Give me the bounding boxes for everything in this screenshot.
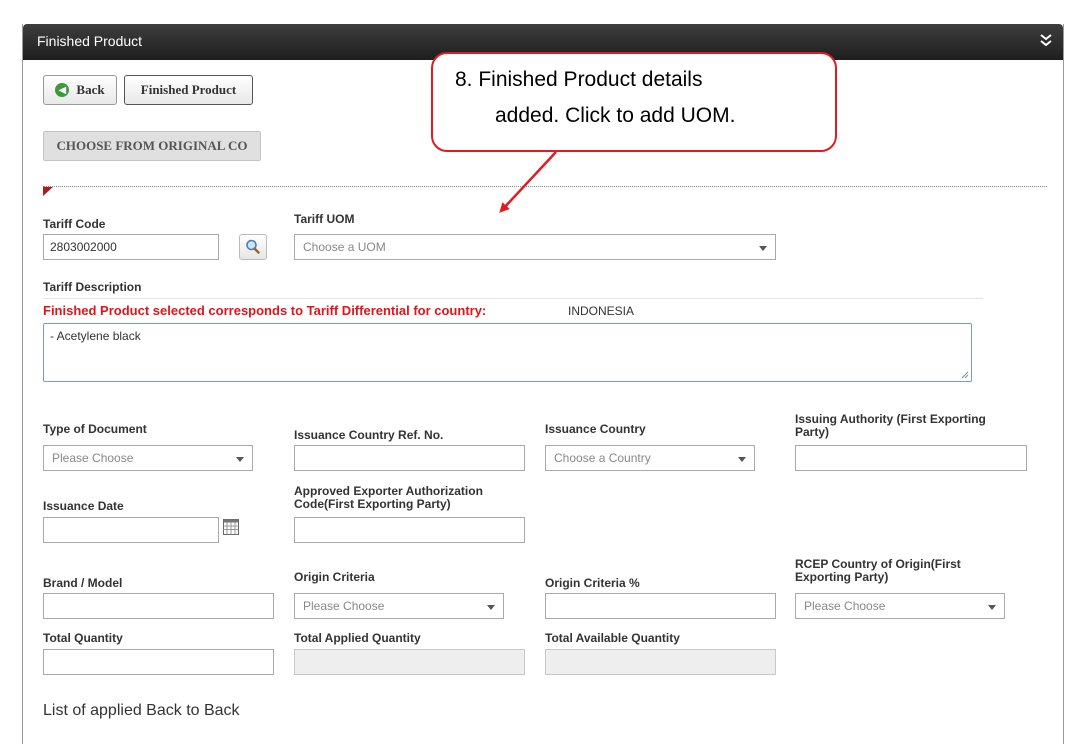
chevron-down-icon <box>988 605 996 610</box>
finished-product-button[interactable]: Finished Product <box>124 75 253 105</box>
issuance-country-select[interactable]: Choose a Country <box>545 445 755 471</box>
callout-line1: 8. Finished Product details <box>455 68 703 91</box>
finished-product-button-label: Finished Product <box>140 82 237 97</box>
chevron-down-icon <box>759 246 767 251</box>
type-of-document-placeholder: Please Choose <box>52 451 134 465</box>
callout-line2: added. Click to add UOM. <box>495 104 736 127</box>
total-applied-quantity-label: Total Applied Quantity <box>294 631 421 645</box>
issuance-country-ref-label: Issuance Country Ref. No. <box>294 428 444 442</box>
origin-criteria-pct-input[interactable] <box>545 593 776 619</box>
total-applied-quantity-input <box>294 649 525 675</box>
type-of-document-label: Type of Document <box>43 422 147 436</box>
resize-grip-icon[interactable] <box>961 371 969 379</box>
tariff-description-textarea[interactable]: - Acetylene black <box>43 323 972 382</box>
issuing-authority-label-line2: Party) <box>795 425 830 439</box>
section-marker <box>43 187 53 196</box>
tariff-differential-warning: Finished Product selected corresponds to… <box>43 303 487 318</box>
tariff-description-value: - Acetylene black <box>50 329 141 343</box>
type-of-document-select[interactable]: Please Choose <box>43 445 253 471</box>
arrow-circle-left-icon: ◀ <box>55 83 70 97</box>
issuing-authority-input[interactable] <box>795 445 1027 471</box>
approved-exporter-input[interactable] <box>294 517 525 543</box>
chevron-down-icon <box>487 605 495 610</box>
description-divider <box>43 298 983 299</box>
rcep-country-placeholder: Please Choose <box>804 599 886 613</box>
tariff-code-input[interactable]: 2803002000 <box>43 234 219 260</box>
rcep-country-label-line2: Exporting Party) <box>795 570 889 584</box>
rcep-country-label: RCEP Country of Origin(First Exporting P… <box>795 558 961 584</box>
total-quantity-input[interactable] <box>43 649 274 675</box>
approved-exporter-label-line2: Code(First Exporting Party) <box>294 497 451 511</box>
issuance-country-ref-input[interactable] <box>294 445 525 471</box>
tariff-uom-select[interactable]: Choose a UOM <box>294 234 776 260</box>
tariff-uom-label: Tariff UOM <box>294 212 355 226</box>
choose-from-original-co-label: CHOOSE FROM ORIGINAL CO <box>56 138 248 153</box>
back-button[interactable]: ◀ Back <box>43 75 117 105</box>
issuing-authority-label: Issuing Authority (First Exporting Party… <box>795 413 986 439</box>
total-quantity-label: Total Quantity <box>43 631 123 645</box>
brand-model-input[interactable] <box>43 593 274 619</box>
origin-criteria-label: Origin Criteria <box>294 570 375 584</box>
choose-from-original-co-button[interactable]: CHOOSE FROM ORIGINAL CO <box>43 131 261 161</box>
section-separator <box>43 186 1047 187</box>
origin-criteria-placeholder: Please Choose <box>303 599 385 613</box>
double-chevron-down-icon[interactable] <box>1039 32 1053 48</box>
chevron-down-icon <box>236 457 244 462</box>
tariff-description-label: Tariff Description <box>43 280 142 294</box>
issuance-date-input[interactable] <box>43 517 219 543</box>
origin-criteria-pct-label: Origin Criteria % <box>545 576 640 590</box>
issuance-date-label: Issuance Date <box>43 499 124 513</box>
total-available-quantity-label: Total Available Quantity <box>545 631 680 645</box>
tariff-code-label: Tariff Code <box>43 217 106 231</box>
panel-title: Finished Product <box>37 33 143 49</box>
tariff-uom-placeholder: Choose a UOM <box>303 240 386 254</box>
approved-exporter-label: Approved Exporter Authorization Code(Fir… <box>294 485 483 511</box>
calendar-icon[interactable] <box>223 519 239 535</box>
chevron-down-icon <box>738 457 746 462</box>
issuance-country-label: Issuance Country <box>545 422 646 436</box>
tariff-search-button[interactable] <box>239 234 267 260</box>
back-button-label: Back <box>76 82 105 97</box>
brand-model-label: Brand / Model <box>43 576 123 590</box>
rcep-country-select[interactable]: Please Choose <box>795 593 1005 619</box>
applied-back-to-back-heading: List of applied Back to Back <box>43 702 240 719</box>
total-available-quantity-input <box>545 649 776 675</box>
issuance-country-placeholder: Choose a Country <box>554 451 651 465</box>
tariff-differential-country: INDONESIA <box>568 304 635 318</box>
magnifier-icon <box>246 239 260 254</box>
origin-criteria-select[interactable]: Please Choose <box>294 593 504 619</box>
instruction-callout: 8. Finished Product details added. Click… <box>431 52 837 152</box>
